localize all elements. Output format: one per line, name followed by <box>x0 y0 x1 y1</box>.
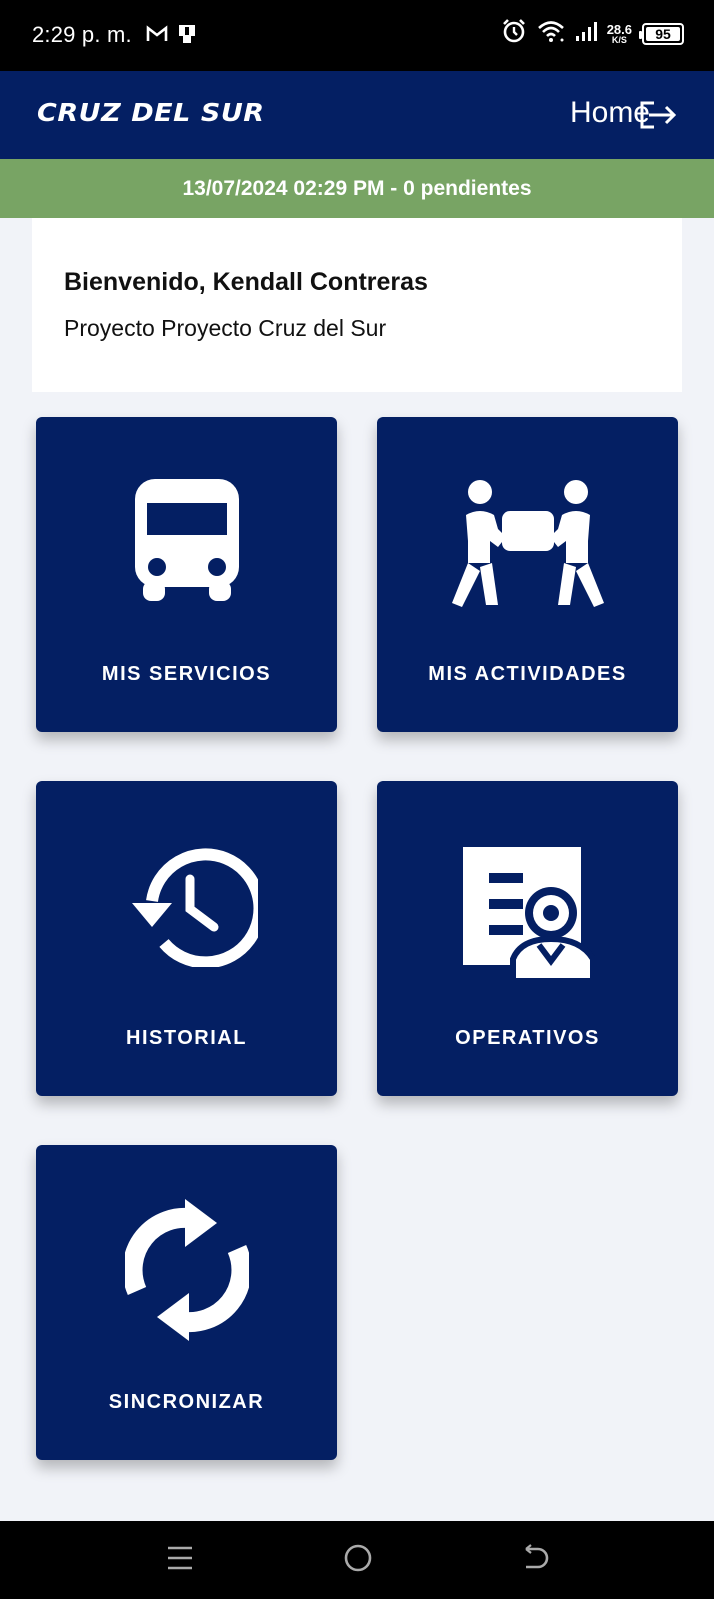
app-header: CRUZ DEL SUR Home <box>0 71 714 159</box>
sync-icon <box>122 1197 251 1348</box>
operator-document-icon <box>461 847 596 986</box>
notification-icon <box>176 24 198 49</box>
logout-icon[interactable] <box>638 100 678 135</box>
wifi-icon <box>537 19 565 48</box>
mis-servicios-button[interactable]: MIS SERVICIOS <box>36 417 337 732</box>
home-circle-icon[interactable] <box>343 1543 373 1578</box>
bus-icon <box>133 477 241 608</box>
alarm-icon <box>501 18 527 49</box>
status-bar: 2:29 p. m. 28.6 K/S 95 <box>0 0 714 71</box>
gmail-icon <box>146 25 168 48</box>
sincronizar-label: SINCRONIZAR <box>108 1391 265 1413</box>
menu-icon[interactable] <box>166 1543 194 1578</box>
network-speed: 28.6 K/S <box>607 23 632 45</box>
project-name: Proyecto Proyecto Cruz del Sur <box>64 315 387 341</box>
sync-status-text: 13/07/2024 02:29 PM - 0 pendientes <box>182 176 532 200</box>
network-speed-unit: K/S <box>611 34 627 45</box>
network-speed-value: 28.6 <box>606 21 632 37</box>
mis-actividades-label: MIS ACTIVIDADES <box>428 663 627 685</box>
welcome-card: Bienvenido, Kendall Contreras Proyecto P… <box>32 218 682 392</box>
historial-label: HISTORIAL <box>126 1027 247 1049</box>
system-nav-bar <box>0 1521 714 1599</box>
status-time: 2:29 p. m. <box>32 22 132 47</box>
battery-icon: 95 <box>639 22 684 45</box>
operativos-label: OPERATIVOS <box>455 1027 600 1049</box>
mis-actividades-button[interactable]: MIS ACTIVIDADES <box>377 417 678 732</box>
historial-button[interactable]: HISTORIAL <box>36 781 337 1096</box>
sincronizar-button[interactable]: SINCRONIZAR <box>36 1145 337 1460</box>
operativos-button[interactable]: OPERATIVOS <box>377 781 678 1096</box>
battery-level: 95 <box>655 25 671 42</box>
sync-status-bar: 13/07/2024 02:29 PM - 0 pendientes <box>0 159 714 218</box>
welcome-greeting: Bienvenido, Kendall Contreras <box>64 268 428 296</box>
mis-servicios-label: MIS SERVICIOS <box>101 663 272 685</box>
brand-logo: CRUZ DEL SUR <box>37 98 265 127</box>
history-icon <box>116 843 265 972</box>
back-icon[interactable] <box>522 1543 552 1578</box>
people-carrying-box-icon <box>446 479 610 614</box>
signal-icon <box>575 20 597 47</box>
